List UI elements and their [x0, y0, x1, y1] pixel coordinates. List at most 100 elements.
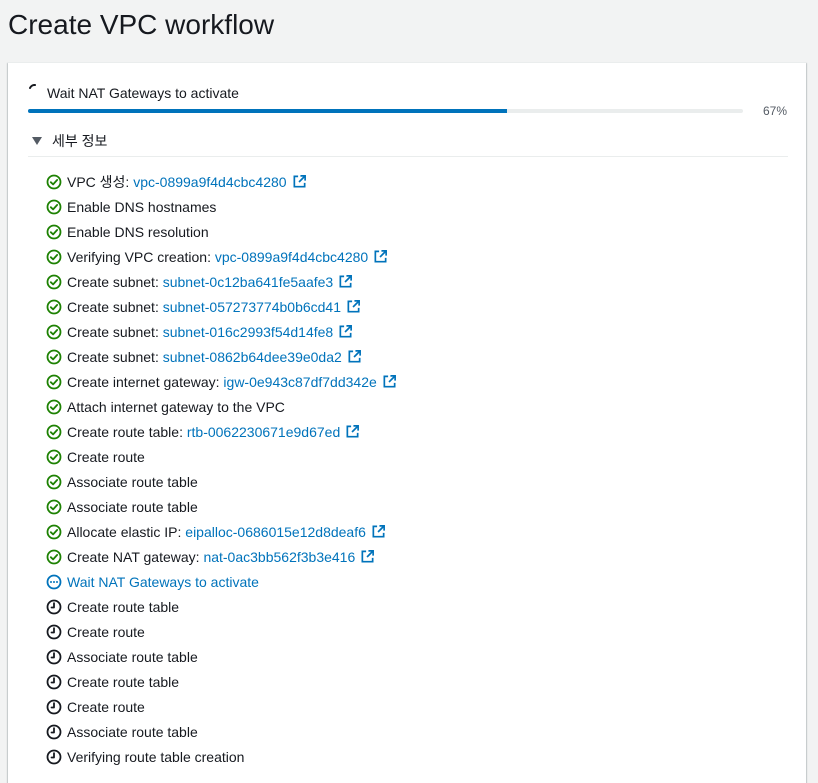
step-label: Verifying VPC creation: [67, 248, 215, 265]
resource-link[interactable]: nat-0ac3bb562f3b3e416 [203, 549, 355, 565]
progress-header: Wait NAT Gateways to activate [28, 83, 239, 103]
step-item: Create subnet: subnet-0c12ba641fe5aafe3 [46, 269, 397, 294]
step-item: Create route [46, 444, 397, 469]
step-label: Create route [67, 698, 145, 715]
check-circle-icon [46, 224, 62, 239]
step-item: Verifying VPC creation: vpc-0899a9f4d4cb… [46, 244, 397, 269]
check-circle-icon [46, 449, 62, 464]
check-circle-icon [46, 174, 62, 189]
resource-link[interactable]: eipalloc-0686015e12d8deaf6 [185, 524, 366, 540]
step-item: Create subnet: subnet-0862b64dee39e0da2 [46, 344, 397, 369]
external-link-icon[interactable] [346, 299, 361, 314]
step-label: Create subnet: [67, 273, 163, 290]
external-link-icon[interactable] [371, 524, 386, 539]
step-label: Create subnet: [67, 323, 163, 340]
clock-icon [46, 624, 62, 639]
resource-link[interactable]: vpc-0899a9f4d4cbc4280 [215, 249, 368, 265]
step-item: Associate route table [46, 469, 397, 494]
step-item: Create route [46, 694, 397, 719]
external-link-icon[interactable] [382, 374, 397, 389]
clock-icon [46, 674, 62, 689]
check-circle-icon [46, 199, 62, 214]
details-label: 세부 정보 [52, 133, 108, 149]
check-circle-icon [46, 299, 62, 314]
external-link-icon[interactable] [338, 274, 353, 289]
clock-icon [46, 724, 62, 739]
step-label: Create internet gateway: [67, 373, 224, 390]
external-link-icon[interactable] [347, 349, 362, 364]
step-label: Wait NAT Gateways to activate [67, 573, 259, 590]
resource-link[interactable]: subnet-016c2993f54d14fe8 [163, 324, 333, 340]
clock-icon [46, 649, 62, 664]
step-label: Enable DNS resolution [67, 223, 209, 240]
resource-link[interactable]: subnet-057273774b0b6cd41 [163, 299, 341, 315]
check-circle-icon [46, 474, 62, 489]
progress-bar [28, 109, 743, 113]
check-circle-icon [46, 524, 62, 539]
step-label: Create subnet: [67, 298, 163, 315]
progress-label: Wait NAT Gateways to activate [47, 85, 239, 101]
resource-link[interactable]: subnet-0862b64dee39e0da2 [163, 349, 342, 365]
step-label: Create NAT gateway: [67, 548, 204, 565]
ellipsis-circle-icon [46, 574, 62, 589]
check-circle-icon [46, 499, 62, 514]
step-label: Create subnet: [67, 348, 163, 365]
step-label: Associate route table [67, 473, 198, 490]
clock-icon [46, 599, 62, 614]
step-item: Verifying route table creation [46, 744, 397, 769]
step-label: Create route table: [67, 423, 187, 440]
resource-link[interactable]: igw-0e943c87df7dd342e [223, 374, 376, 390]
step-item: Wait NAT Gateways to activate [46, 569, 397, 594]
step-item: Create NAT gateway: nat-0ac3bb562f3b3e41… [46, 544, 397, 569]
step-label: Enable DNS hostnames [67, 198, 217, 215]
step-label: Allocate elastic IP: [67, 523, 186, 540]
external-link-icon[interactable] [345, 424, 360, 439]
step-label: Create route table [67, 673, 180, 690]
step-item: Associate route table [46, 644, 397, 669]
clock-icon [46, 749, 62, 764]
check-circle-icon [46, 424, 62, 439]
resource-link[interactable]: subnet-0c12ba641fe5aafe3 [163, 274, 333, 290]
step-item: Attach internet gateway to the VPC [46, 394, 397, 419]
page-title: Create VPC workflow [8, 9, 275, 40]
resource-link[interactable]: rtb-0062230671e9d67ed [187, 424, 340, 440]
check-circle-icon [46, 324, 62, 339]
resource-link[interactable]: vpc-0899a9f4d4cbc4280 [133, 174, 286, 190]
external-link-icon[interactable] [292, 174, 307, 189]
step-item: Create route table [46, 669, 397, 694]
check-circle-icon [46, 249, 62, 264]
details-toggle[interactable]: 세부 정보 [32, 131, 107, 151]
step-item: Allocate elastic IP: eipalloc-0686015e12… [46, 519, 397, 544]
check-circle-icon [46, 349, 62, 364]
step-item: Enable DNS resolution [46, 219, 397, 244]
spinner-icon [29, 84, 36, 89]
check-circle-icon [46, 374, 62, 389]
step-item: Create subnet: subnet-016c2993f54d14fe8 [46, 319, 397, 344]
step-item: VPC 생성: vpc-0899a9f4d4cbc4280 [46, 169, 397, 194]
progress-percent: 67% [762, 104, 787, 118]
step-item: Create subnet: subnet-057273774b0b6cd41 [46, 294, 397, 319]
step-label: Create route [67, 623, 145, 640]
steps-list: VPC 생성: vpc-0899a9f4d4cbc4280 Enable DNS … [46, 169, 397, 769]
external-link-icon[interactable] [360, 549, 375, 564]
step-item: Enable DNS hostnames [46, 194, 397, 219]
step-label: Create route table [67, 598, 180, 615]
step-item: Create internet gateway: igw-0e943c87df7… [46, 369, 397, 394]
step-label: Attach internet gateway to the VPC [67, 398, 285, 415]
step-label: Verifying route table creation [67, 748, 245, 765]
clock-icon [46, 699, 62, 714]
external-link-icon[interactable] [373, 249, 388, 264]
external-link-icon[interactable] [338, 324, 353, 339]
step-item: Associate route table [46, 494, 397, 519]
check-circle-icon [46, 274, 62, 289]
step-label: Create route [67, 448, 145, 465]
step-item: Create route table [46, 594, 397, 619]
step-item: Associate route table [46, 719, 397, 744]
caret-down-icon [32, 137, 42, 145]
step-label: VPC 생성: [67, 173, 134, 190]
step-item: Create route [46, 619, 397, 644]
check-circle-icon [46, 549, 62, 564]
step-label: Associate route table [67, 723, 198, 740]
workflow-panel: Wait NAT Gateways to activate 67% 세부 정보 … [8, 62, 806, 783]
divider [28, 156, 788, 157]
